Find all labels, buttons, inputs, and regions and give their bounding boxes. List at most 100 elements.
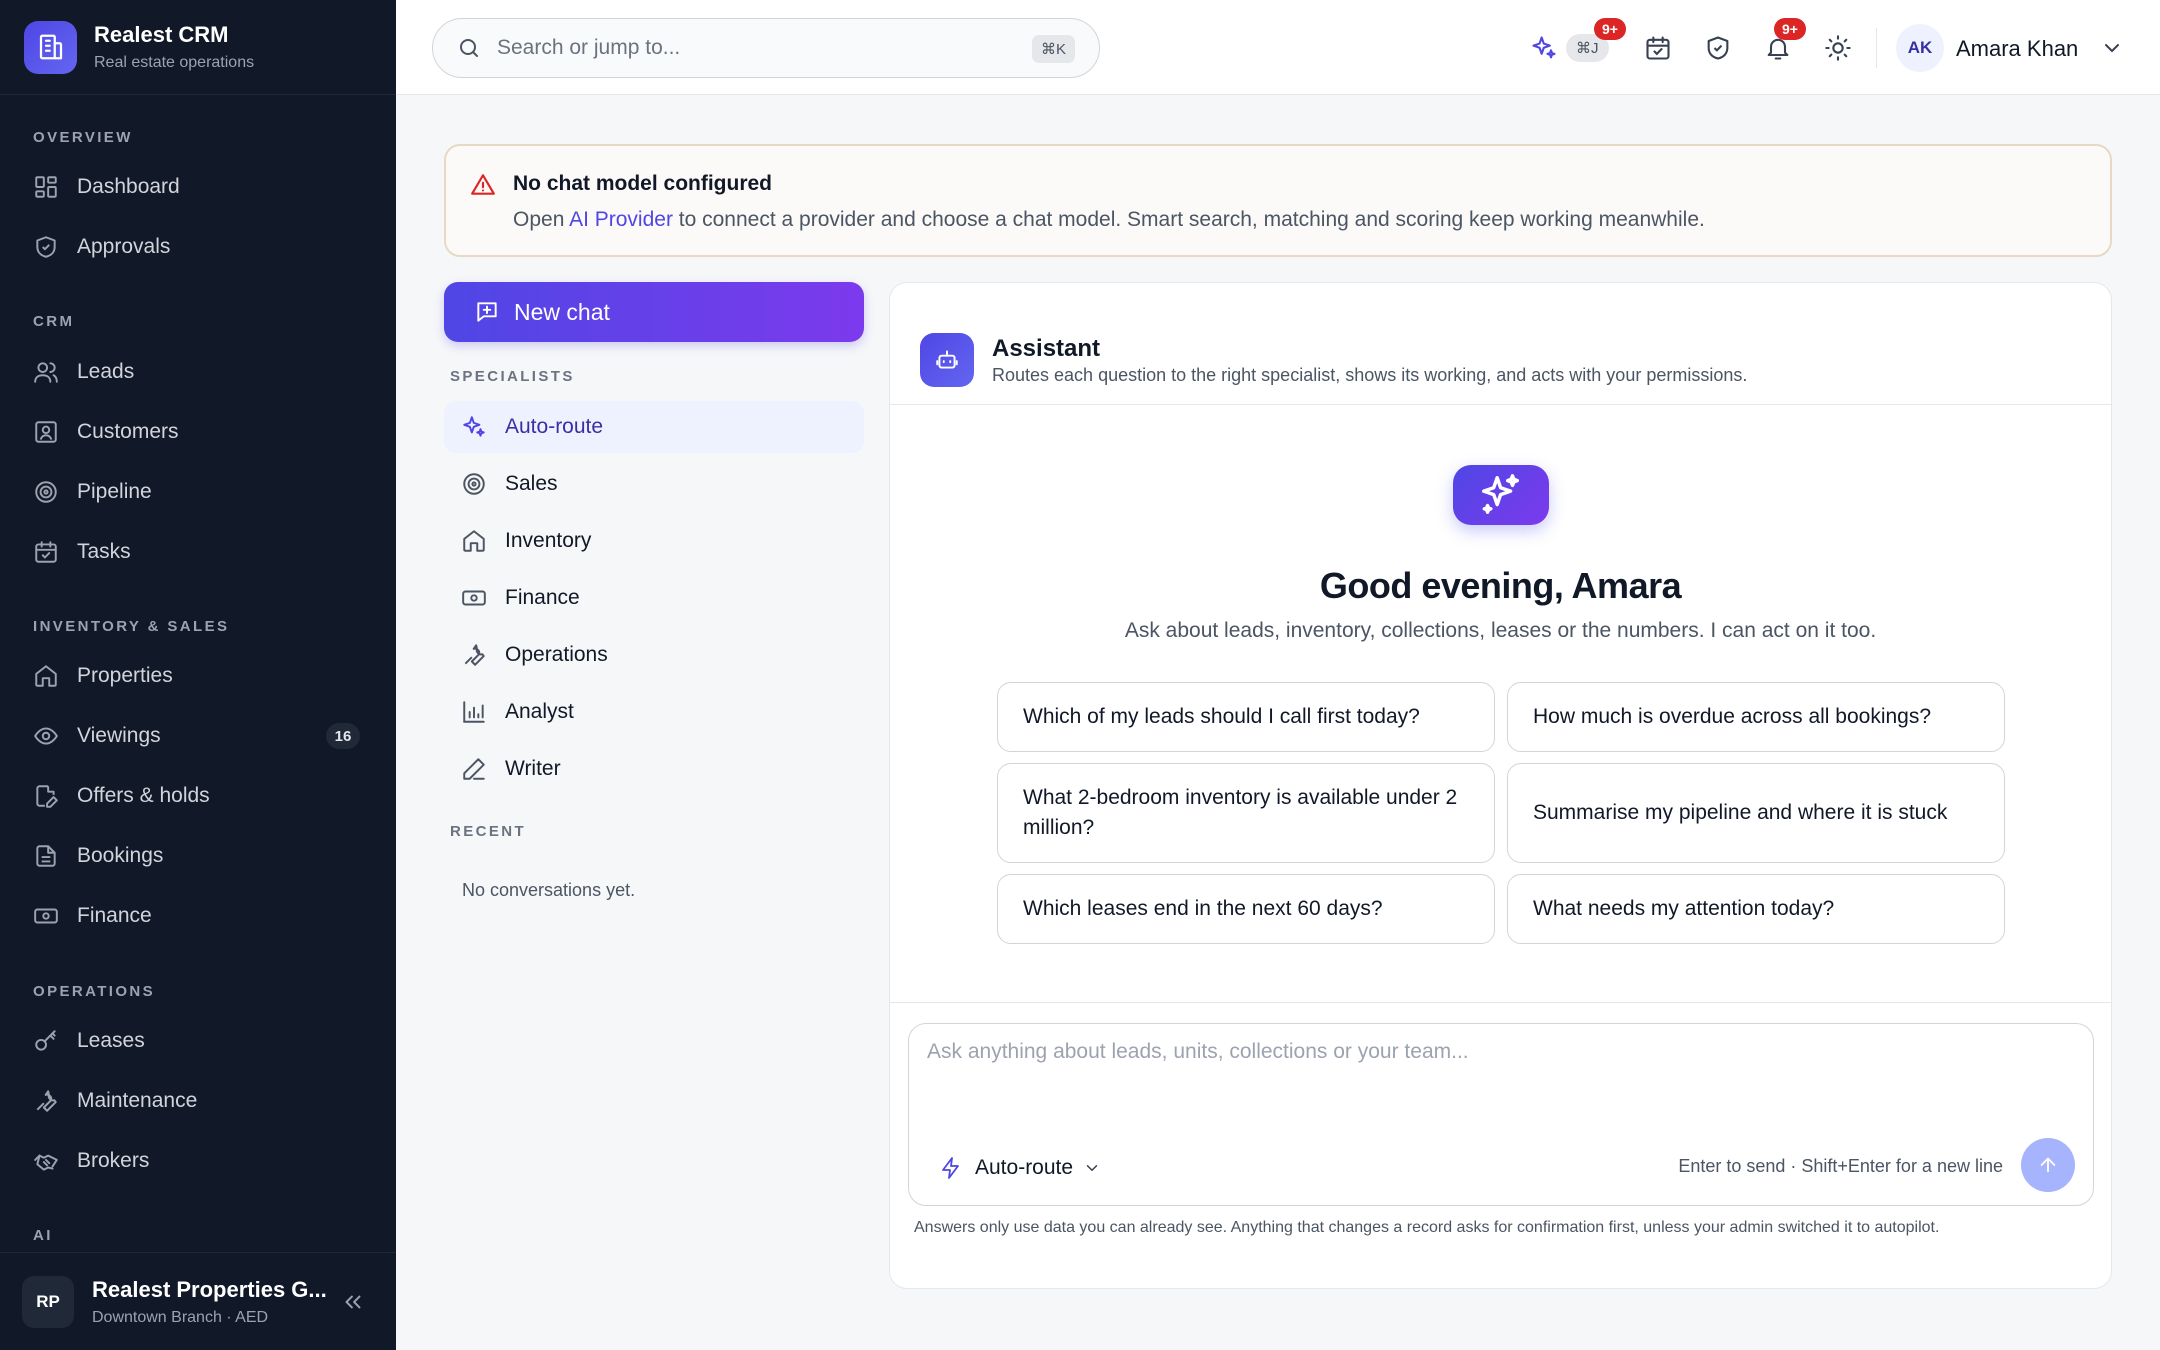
- sidebar-item-label: Maintenance: [77, 1089, 198, 1112]
- suggested-prompt[interactable]: Which of my leads should I call first to…: [997, 682, 1495, 752]
- grid-icon: [35, 176, 57, 198]
- sidebar-item-bookings[interactable]: Bookings: [20, 831, 372, 881]
- specialist-label: Finance: [505, 586, 580, 609]
- specialist-finance[interactable]: Finance: [444, 572, 864, 624]
- nav-section-overview: OVERVIEW: [33, 129, 133, 146]
- document-icon: [36, 845, 56, 867]
- ai-sparkles-icon[interactable]: [1530, 34, 1558, 62]
- nav-section-crm: CRM: [33, 313, 75, 330]
- route-selector[interactable]: Auto-route: [939, 1152, 1101, 1184]
- wrench-icon: [464, 644, 485, 666]
- chevron-down-icon[interactable]: [2100, 36, 2124, 60]
- specialist-sales[interactable]: Sales: [444, 458, 864, 510]
- org-switcher[interactable]: RP Realest Properties G... Downtown Bran…: [0, 1252, 396, 1350]
- sidebar-item-label: Dashboard: [77, 175, 180, 198]
- sidebar-item-label: Brokers: [77, 1149, 150, 1172]
- avatar[interactable]: AK: [1896, 24, 1944, 72]
- sidebar-item-viewings[interactable]: Viewings 16: [20, 711, 372, 761]
- search-bar[interactable]: ⌘K: [432, 18, 1100, 78]
- sidebar-item-approvals[interactable]: Approvals: [20, 222, 372, 272]
- sidebar-item-label: Finance: [77, 904, 152, 927]
- search-input[interactable]: [497, 36, 1017, 60]
- route-selector-label: Auto-route: [975, 1156, 1074, 1179]
- sidebar-item-leases[interactable]: Leases: [20, 1016, 372, 1066]
- suggested-prompt[interactable]: How much is overdue across all bookings?: [1507, 682, 2005, 752]
- sidebar-item-properties[interactable]: Properties: [20, 651, 372, 701]
- greeting: Good evening, Amara: [1319, 565, 1682, 606]
- sidebar-item-leads[interactable]: Leads: [20, 347, 372, 397]
- specialist-inventory[interactable]: Inventory: [444, 515, 864, 567]
- suggested-prompt[interactable]: Which leases end in the next 60 days?: [997, 874, 1495, 944]
- sidebar-item-finance[interactable]: Finance: [20, 891, 372, 941]
- specialist-operations[interactable]: Operations: [444, 629, 864, 681]
- specialist-analyst[interactable]: Analyst: [444, 686, 864, 738]
- suggested-prompt[interactable]: What 2-bedroom inventory is available un…: [997, 763, 1495, 863]
- send-button[interactable]: [2021, 1138, 2075, 1192]
- assistant-header: Assistant Routes each question to the ri…: [890, 283, 2111, 405]
- specialist-label: Sales: [505, 472, 558, 495]
- calendar-icon[interactable]: [1644, 34, 1672, 62]
- pen-icon: [463, 758, 485, 780]
- brand-name: Realest CRM: [94, 22, 229, 47]
- org-name: Realest Properties G...: [92, 1276, 327, 1302]
- handshake-icon: [34, 1154, 58, 1171]
- sidebar-item-label: Customers: [77, 420, 179, 443]
- warning-icon: [471, 174, 495, 195]
- brand-subtitle: Real estate operations: [94, 54, 255, 71]
- specialist-writer[interactable]: Writer: [444, 743, 864, 795]
- org-branch: Downtown Branch · AED: [92, 1308, 269, 1326]
- user-name[interactable]: Amara Khan: [1956, 36, 2078, 62]
- sidebar-item-pipeline[interactable]: Pipeline: [20, 467, 372, 517]
- assistant-tagline: Ask about leads, inventory, collections,…: [1124, 619, 1877, 642]
- new-chat-button[interactable]: New chat: [444, 282, 864, 342]
- sun-icon[interactable]: [1824, 34, 1852, 62]
- composer-divider: [890, 1002, 2111, 1003]
- search-icon: [460, 39, 478, 57]
- building-icon: [24, 20, 77, 74]
- sparkles-icon: [1453, 465, 1549, 525]
- sidebar-item-brokers[interactable]: Brokers: [20, 1136, 372, 1186]
- sidebar: Realest CRM Real estate operations OVERV…: [0, 0, 396, 1350]
- brand[interactable]: Realest CRM Real estate operations: [0, 0, 396, 95]
- sidebar-item-dashboard[interactable]: Dashboard: [20, 162, 372, 212]
- eye-icon: [34, 727, 58, 745]
- key-icon: [35, 1030, 56, 1051]
- sidebar-item-label: Approvals: [77, 235, 171, 258]
- sidebar-item-maintenance[interactable]: Maintenance: [20, 1076, 372, 1126]
- recent-heading: RECENT: [450, 823, 527, 840]
- chevron-down-icon: [1086, 1165, 1098, 1171]
- send-hint: Enter to send · Shift+Enter for a new li…: [1678, 1156, 2003, 1176]
- target-icon: [35, 481, 57, 503]
- sidebar-item-tasks[interactable]: Tasks: [20, 527, 372, 577]
- specialist-label: Auto-route: [505, 415, 604, 438]
- lightning-icon: [942, 1157, 959, 1179]
- ai-badge: 9+: [1594, 18, 1626, 40]
- sidebar-item-customers[interactable]: Customers: [20, 407, 372, 457]
- sidebar-item-label: Tasks: [77, 540, 131, 563]
- file-edit-icon: [36, 785, 58, 808]
- shield-icon[interactable]: [1704, 34, 1732, 62]
- sidebar-item-label: Offers & holds: [77, 784, 210, 807]
- specialist-label: Writer: [505, 757, 561, 780]
- sidebar-item-label: Bookings: [77, 844, 164, 867]
- home-icon: [463, 530, 485, 552]
- collapse-sidebar-icon[interactable]: [340, 1289, 366, 1315]
- specialist-label: Analyst: [505, 700, 574, 723]
- chat-input[interactable]: [927, 1040, 2067, 1120]
- sidebar-item-label: Leads: [77, 360, 135, 383]
- assistant-panel: Assistant Routes each question to the ri…: [889, 282, 2112, 1289]
- specialist-auto-route[interactable]: Auto-route: [444, 401, 864, 453]
- contact-icon: [35, 421, 57, 443]
- suggested-prompt[interactable]: Summarise my pipeline and where it is st…: [1507, 763, 2005, 863]
- topbar: ⌘K ⌘J 9+ 9+ AK Amara Khan: [396, 0, 2160, 95]
- sidebar-item-label: Viewings: [77, 724, 161, 747]
- assistant-subtitle: Routes each question to the right specia…: [992, 365, 1748, 385]
- sidebar-item-label: Leases: [77, 1029, 145, 1052]
- viewings-count-badge: 16: [326, 723, 360, 749]
- sidebar-item-offers-holds[interactable]: Offers & holds: [20, 771, 372, 821]
- suggested-prompt[interactable]: What needs my attention today?: [1507, 874, 2005, 944]
- ai-provider-link[interactable]: AI Provider: [569, 208, 673, 231]
- nav-section-inventory-sales: INVENTORY & SALES: [33, 618, 230, 635]
- alert-body: Open AI Provider to connect a provider a…: [513, 208, 1705, 232]
- notifications-badge: 9+: [1774, 18, 1806, 40]
